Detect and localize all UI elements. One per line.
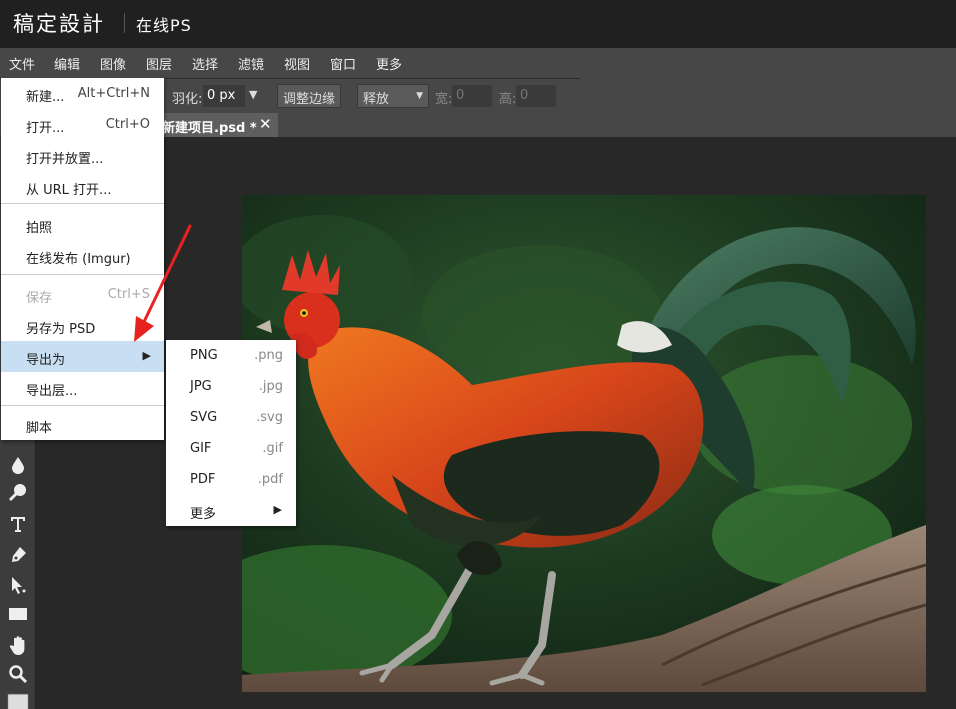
menu-item-open-place-label: 打开并放置... [26,152,104,167]
document-tab-title: 新建项目.psd * [162,121,257,136]
height-input[interactable]: 0 [516,85,556,107]
hand-icon[interactable] [6,634,30,658]
smudge-icon[interactable] [6,480,30,504]
export-svg[interactable]: SVG .svg [166,402,296,433]
color-swatch-icon[interactable] [6,688,30,709]
menu-filter[interactable]: 滤镜 [238,54,264,73]
export-svg-ext: .svg [256,410,283,425]
app-header: 稿定設計 在线PS [0,0,956,48]
width-label: 宽: [435,92,453,107]
menu-item-export-as-label: 导出为 [26,353,66,368]
menu-item-photo-label: 拍照 [26,221,53,236]
feather-label: 羽化: [172,92,203,107]
export-png-label: PNG [190,348,218,363]
height-label: 高: [499,92,517,107]
menu-item-open-url-label: 从 URL 打开... [26,183,112,198]
refine-edge-button[interactable]: 调整边缘 [277,84,342,108]
chevron-down-icon: ▼ [416,91,423,101]
menu-view[interactable]: 视图 [284,54,310,73]
text-icon[interactable] [6,512,30,536]
menu-image[interactable]: 图像 [100,54,126,73]
export-pdf[interactable]: PDF .pdf [166,464,296,495]
zoom-icon[interactable] [6,662,30,686]
menu-item-save-label: 保存 [26,291,53,306]
mode-select-value: 释放 [363,92,390,107]
export-jpg-label: JPG [190,379,212,394]
close-icon[interactable]: ✕ [259,115,272,133]
menu-item-open-shortcut: Ctrl+O [105,117,150,132]
mode-select[interactable]: 释放 ▼ [357,84,429,108]
feather-input[interactable]: 0 px [203,85,245,107]
export-jpg-ext: .jpg [258,379,283,394]
export-more[interactable]: 更多 ▶ [166,495,296,526]
submenu-arrow-icon: ▶ [273,503,282,516]
menu-separator [1,405,164,406]
export-more-label: 更多 [190,507,217,522]
export-jpg[interactable]: JPG .jpg [166,371,296,402]
menu-item-open[interactable]: 打开... Ctrl+O [1,109,164,140]
width-input[interactable]: 0 [452,85,492,107]
export-svg-label: SVG [190,410,218,425]
menu-item-open-place[interactable]: 打开并放置... [1,140,164,171]
menu-item-new-shortcut: Alt+Ctrl+N [77,86,150,101]
menu-window[interactable]: 窗口 [330,54,356,73]
menu-item-save-as-psd-label: 另存为 PSD [26,322,96,337]
menu-item-script[interactable]: 脚本 [1,409,164,440]
menu-file[interactable]: 文件 [9,54,35,73]
menu-item-new[interactable]: 新建... Alt+Ctrl+N [1,78,164,109]
menu-item-export-layers[interactable]: 导出层... [1,372,164,403]
menu-item-open-url[interactable]: 从 URL 打开... [1,171,164,202]
menu-item-export-as[interactable]: 导出为 ▶ [1,341,164,372]
canvas-image[interactable] [242,195,926,692]
header-divider [124,13,125,33]
export-gif[interactable]: GIF .gif [166,433,296,464]
pen-icon[interactable] [6,543,30,567]
select-arrow-icon[interactable] [6,573,30,597]
menu-item-script-label: 脚本 [26,421,53,436]
menu-item-new-label: 新建... [26,90,65,105]
menubar: 文件 编辑 图像 图层 选择 滤镜 视图 窗口 更多 [0,48,956,79]
document-tab[interactable]: 新建项目.psd * ✕ [155,113,278,137]
export-pdf-label: PDF [190,472,216,487]
app-subtitle: 在线PS [136,16,192,35]
submenu-arrow-icon: ▶ [142,349,151,362]
drop-icon[interactable] [6,453,30,477]
brand-logo[interactable]: 稿定設計 [13,8,105,38]
export-png[interactable]: PNG .png [166,340,296,371]
export-submenu: PNG .png JPG .jpg SVG .svg GIF .gif PDF … [166,340,296,526]
export-png-ext: .png [254,348,283,363]
menu-layer[interactable]: 图层 [146,54,172,73]
export-gif-ext: .gif [262,441,283,456]
feather-dropdown-icon[interactable]: ▼ [249,88,257,101]
menu-separator [1,203,164,204]
menu-select[interactable]: 选择 [192,54,218,73]
export-pdf-ext: .pdf [257,472,283,487]
menu-item-export-layers-label: 导出层... [26,384,78,399]
menu-more[interactable]: 更多 [376,54,402,73]
menu-item-publish-label: 在线发布 (Imgur) [26,252,131,267]
menu-item-open-label: 打开... [26,121,65,136]
menu-edit[interactable]: 编辑 [54,54,80,73]
export-gif-label: GIF [190,441,212,456]
rectangle-icon[interactable] [6,602,30,626]
annotation-arrow-icon [134,224,192,342]
